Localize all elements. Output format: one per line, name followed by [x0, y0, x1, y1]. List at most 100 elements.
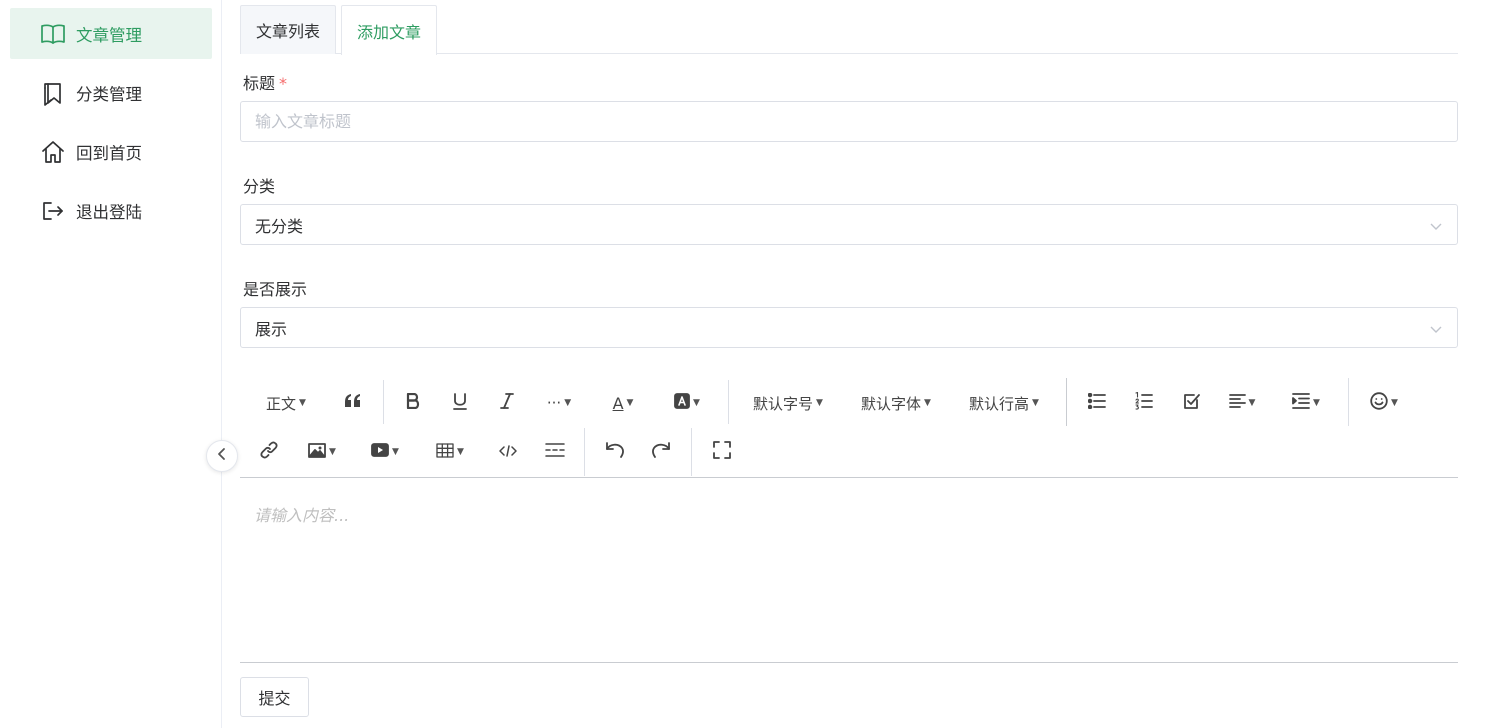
highlight-icon	[674, 393, 690, 413]
divider-line-button[interactable]	[542, 437, 568, 467]
line-height-label: 默认行高	[969, 394, 1030, 413]
caret-down-icon: ▼	[626, 398, 634, 408]
toolbar-divider	[1348, 378, 1349, 426]
caret-down-icon: ▼	[564, 398, 572, 408]
undo-icon	[605, 441, 625, 463]
toolbar-divider	[691, 428, 692, 476]
indent-icon	[1292, 393, 1310, 413]
blockquote-button[interactable]	[340, 388, 366, 418]
fullscreen-button[interactable]	[709, 437, 735, 467]
font-family-button[interactable]: 默认字体 ▼	[856, 388, 936, 418]
more-format-button[interactable]: ··· ▼	[538, 388, 580, 418]
paragraph-style-button[interactable]: 正文 ▼	[260, 388, 312, 418]
display-label: 是否展示	[243, 280, 308, 299]
link-icon	[260, 441, 278, 463]
caret-down-icon: ▼	[299, 398, 306, 408]
editor-content-area[interactable]: 请输入内容...	[240, 478, 1458, 663]
sidebar-item-label: 回到首页	[76, 143, 142, 163]
chevron-down-icon	[1429, 218, 1443, 237]
redo-icon	[651, 441, 671, 463]
editor-placeholder: 请输入内容...	[254, 506, 350, 525]
background-color-button[interactable]: ▼	[670, 388, 704, 418]
title-input[interactable]	[255, 102, 1457, 141]
category-label: 分类	[243, 177, 276, 196]
undo-button[interactable]	[602, 437, 628, 467]
italic-icon	[500, 393, 514, 413]
toolbar-divider	[383, 380, 384, 424]
align-left-icon	[1228, 394, 1246, 412]
tab-bar: 文章列表 添加文章	[240, 5, 1458, 55]
home-icon	[40, 139, 66, 165]
sidebar-item-home[interactable]: 回到首页	[10, 126, 212, 177]
required-mark: *	[279, 74, 288, 93]
tab-add-article[interactable]: 添加文章	[341, 5, 438, 55]
sidebar-item-articles[interactable]: 文章管理	[10, 8, 212, 59]
table-icon	[436, 442, 454, 462]
rich-text-editor: 正文 ▼ ··· ▼ A ▼ ▼ 默认字号 ▼ 默认字体 ▼ 默认行高 ▼ ▼ …	[240, 376, 1458, 663]
horizontal-rule-icon	[545, 442, 565, 462]
sidebar-collapse-button[interactable]	[206, 440, 238, 472]
caret-down-icon: ▼	[816, 398, 823, 408]
caret-down-icon: ▼	[457, 447, 464, 457]
underline-icon	[453, 392, 467, 414]
bullet-list-button[interactable]	[1084, 388, 1110, 418]
redo-button[interactable]	[648, 437, 674, 467]
sidebar-item-label: 退出登陆	[76, 202, 142, 222]
todo-button[interactable]	[1178, 388, 1204, 418]
sidebar-item-logout[interactable]: 退出登陆	[10, 185, 212, 236]
link-button[interactable]	[256, 437, 282, 467]
bullet-list-icon	[1087, 392, 1106, 413]
category-select[interactable]: 无分类	[240, 204, 1458, 245]
font-color-icon: A	[612, 393, 624, 413]
code-icon	[499, 443, 517, 461]
bookmarks-icon	[40, 80, 66, 106]
font-size-label: 默认字号	[753, 394, 814, 413]
display-select[interactable]: 展示	[240, 307, 1458, 348]
logout-icon	[40, 198, 66, 224]
display-selected-value: 展示	[255, 319, 288, 339]
table-button[interactable]: ▼	[432, 437, 468, 467]
emoji-button[interactable]: ▼	[1366, 388, 1402, 418]
title-label-text: 标题	[243, 74, 276, 93]
fullscreen-icon	[713, 441, 731, 463]
code-button[interactable]	[495, 437, 521, 467]
caret-down-icon: ▼	[693, 398, 700, 408]
italic-button[interactable]	[494, 388, 520, 418]
align-button[interactable]: ▼	[1224, 388, 1260, 418]
title-label: 标题 *	[243, 70, 287, 94]
chevron-down-icon	[1429, 321, 1443, 340]
caret-down-icon: ▼	[1391, 398, 1398, 408]
underline-button[interactable]	[447, 388, 473, 418]
quote-icon	[344, 393, 362, 413]
title-field[interactable]	[240, 101, 1458, 142]
font-size-button[interactable]: 默认字号 ▼	[748, 388, 828, 418]
book-open-icon	[40, 21, 66, 47]
line-height-button[interactable]: 默认行高 ▼	[964, 388, 1044, 418]
caret-down-icon: ▼	[329, 447, 336, 457]
numbered-list-icon	[1135, 391, 1153, 414]
tab-article-list[interactable]: 文章列表	[240, 5, 337, 54]
image-icon	[308, 442, 326, 462]
sidebar-item-categories[interactable]: 分类管理	[10, 67, 212, 118]
submit-button[interactable]: 提交	[240, 677, 309, 717]
indent-button[interactable]: ▼	[1288, 388, 1324, 418]
video-icon	[371, 443, 389, 461]
video-button[interactable]: ▼	[367, 437, 403, 467]
sidebar-item-label: 文章管理	[76, 25, 142, 45]
more-icon: ···	[546, 394, 562, 412]
main-content: 文章列表 添加文章 标题* 分类 无分类 是否展示 展示 正文▼	[240, 0, 1458, 728]
numbered-list-button[interactable]	[1131, 388, 1157, 418]
bold-button[interactable]	[400, 388, 426, 418]
toolbar-divider	[584, 428, 585, 476]
caret-down-icon: ▼	[1248, 398, 1256, 408]
bold-icon	[406, 392, 420, 413]
caret-down-icon: ▼	[924, 398, 931, 408]
image-button[interactable]: ▼	[304, 437, 340, 467]
smiley-icon	[1370, 392, 1388, 414]
caret-down-icon: ▼	[1032, 398, 1039, 408]
font-family-label: 默认字体	[861, 394, 922, 413]
font-color-button[interactable]: A ▼	[606, 388, 640, 418]
chevron-left-icon	[215, 447, 229, 465]
editor-toolbar: 正文 ▼ ··· ▼ A ▼ ▼ 默认字号 ▼ 默认字体 ▼ 默认行高 ▼ ▼ …	[240, 376, 1458, 478]
category-selected-value: 无分类	[255, 216, 304, 236]
